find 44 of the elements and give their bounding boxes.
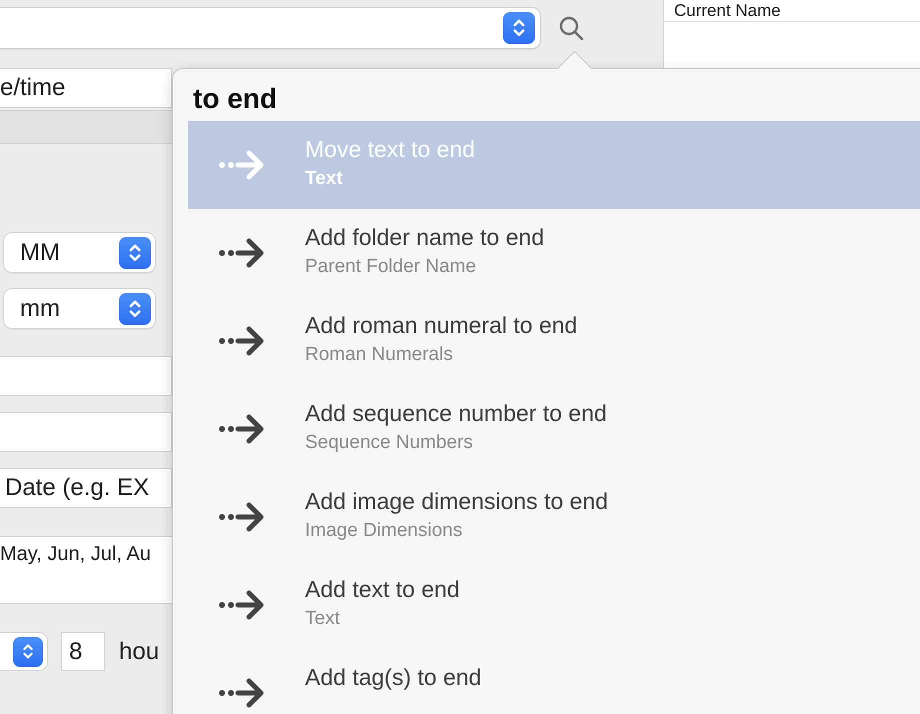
stepper-icon <box>512 18 526 38</box>
stepper-icon <box>128 298 142 318</box>
text-field[interactable] <box>0 356 172 396</box>
date-field[interactable]: e/time <box>0 68 172 108</box>
action-category: Image Dimensions <box>305 520 464 542</box>
action-title: Move text to end <box>305 136 476 163</box>
action-item[interactable]: Add image dimensions to end Image Dimensions <box>188 473 920 561</box>
action-category: Sequence Numbers <box>305 432 474 454</box>
action-title: Add text to end <box>305 576 460 603</box>
action-title: Add image dimensions to end <box>305 488 608 515</box>
month-format-popup[interactable]: MM <box>4 233 155 272</box>
action-item[interactable]: Add tag(s) to end <box>188 649 920 714</box>
action-category: Text <box>305 168 344 190</box>
date-source-field[interactable]: Date (e.g. EX <box>0 468 172 508</box>
search-icon[interactable] <box>557 14 585 42</box>
arrow-icon <box>218 236 265 270</box>
arrow-icon <box>218 500 265 534</box>
popup-button[interactable] <box>0 633 47 670</box>
action-item[interactable]: Add text to end Text <box>188 561 920 649</box>
hours-field[interactable]: 8 <box>61 632 105 671</box>
arrow-icon <box>218 148 265 182</box>
action-item[interactable]: Add folder name to end Parent Folder Name <box>188 209 920 297</box>
text-field[interactable] <box>0 412 172 452</box>
action-title: Add roman numeral to end <box>305 312 578 339</box>
action-item[interactable]: Add sequence number to end Sequence Numbers <box>188 385 920 473</box>
action-category: Roman Numerals <box>305 344 454 366</box>
search-query: to end <box>192 82 278 116</box>
arrow-icon <box>218 412 265 446</box>
minute-format-popup[interactable]: mm <box>4 289 155 328</box>
column-header[interactable]: Current Name <box>664 0 920 22</box>
stepper-icon <box>22 643 34 660</box>
action-item[interactable]: Add roman numeral to end Roman Numerals <box>188 297 920 385</box>
months-field[interactable]: May, Jun, Jul, Au <box>0 536 172 604</box>
action-title: Add sequence number to end <box>305 400 607 427</box>
arrow-icon <box>218 324 265 358</box>
hours-label: hou <box>119 638 160 666</box>
arrow-icon <box>218 676 265 710</box>
action-title: Add folder name to end <box>305 224 544 251</box>
stepper-icon <box>128 242 142 262</box>
arrow-icon <box>218 588 265 622</box>
action-title: Add tag(s) to end <box>305 664 482 691</box>
combo-box[interactable] <box>0 8 540 48</box>
action-category: Parent Folder Name <box>305 256 478 278</box>
action-category: Text <box>305 608 341 630</box>
